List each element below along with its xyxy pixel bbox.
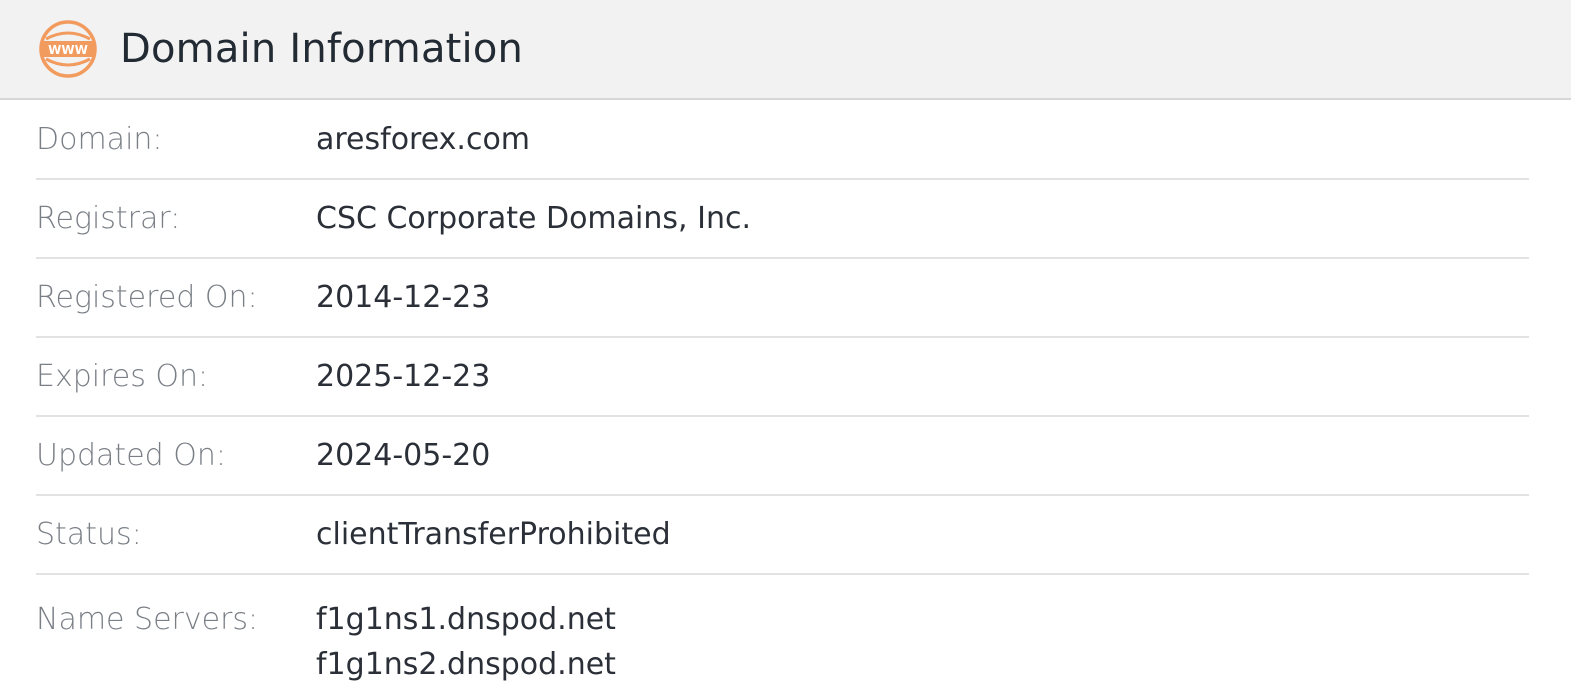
www-icon-text: WWW <box>48 43 88 57</box>
table-row-name-servers: Name Servers: f1g1ns1.dnspod.net f1g1ns2… <box>36 575 1529 688</box>
table-row: Registrar: CSC Corporate Domains, Inc. <box>36 180 1529 259</box>
name-server-list: f1g1ns1.dnspod.net f1g1ns2.dnspod.net <box>316 597 616 687</box>
row-value: CSC Corporate Domains, Inc. <box>316 201 751 236</box>
row-value: clientTransferProhibited <box>316 517 671 552</box>
table-row: Domain: aresforex.com <box>36 100 1529 180</box>
table-row: Status: clientTransferProhibited <box>36 496 1529 575</box>
name-server-value: f1g1ns1.dnspod.net <box>316 602 616 637</box>
page-title: Domain Information <box>120 26 524 72</box>
row-value: 2025-12-23 <box>316 359 491 394</box>
table-row: Registered On: 2014-12-23 <box>36 259 1529 338</box>
name-server-value: f1g1ns2.dnspod.net <box>316 647 616 682</box>
row-label: Updated On: <box>36 438 226 473</box>
row-value: 2024-05-20 <box>316 438 491 473</box>
row-label: Name Servers: <box>36 602 259 637</box>
row-label: Registered On: <box>36 280 258 315</box>
row-label: Registrar: <box>36 201 181 236</box>
row-label: Domain: <box>36 121 163 157</box>
domain-info-table: Domain: aresforex.com Registrar: CSC Cor… <box>36 100 1529 688</box>
table-row: Updated On: 2024-05-20 <box>36 417 1529 496</box>
row-label: Expires On: <box>36 359 209 394</box>
row-label: Status: <box>36 517 142 552</box>
www-globe-icon: WWW <box>37 18 99 80</box>
page-header: WWW Domain Information <box>0 0 1571 100</box>
row-value: aresforex.com <box>316 121 531 157</box>
table-row: Expires On: 2025-12-23 <box>36 338 1529 417</box>
row-value: 2014-12-23 <box>316 280 491 315</box>
